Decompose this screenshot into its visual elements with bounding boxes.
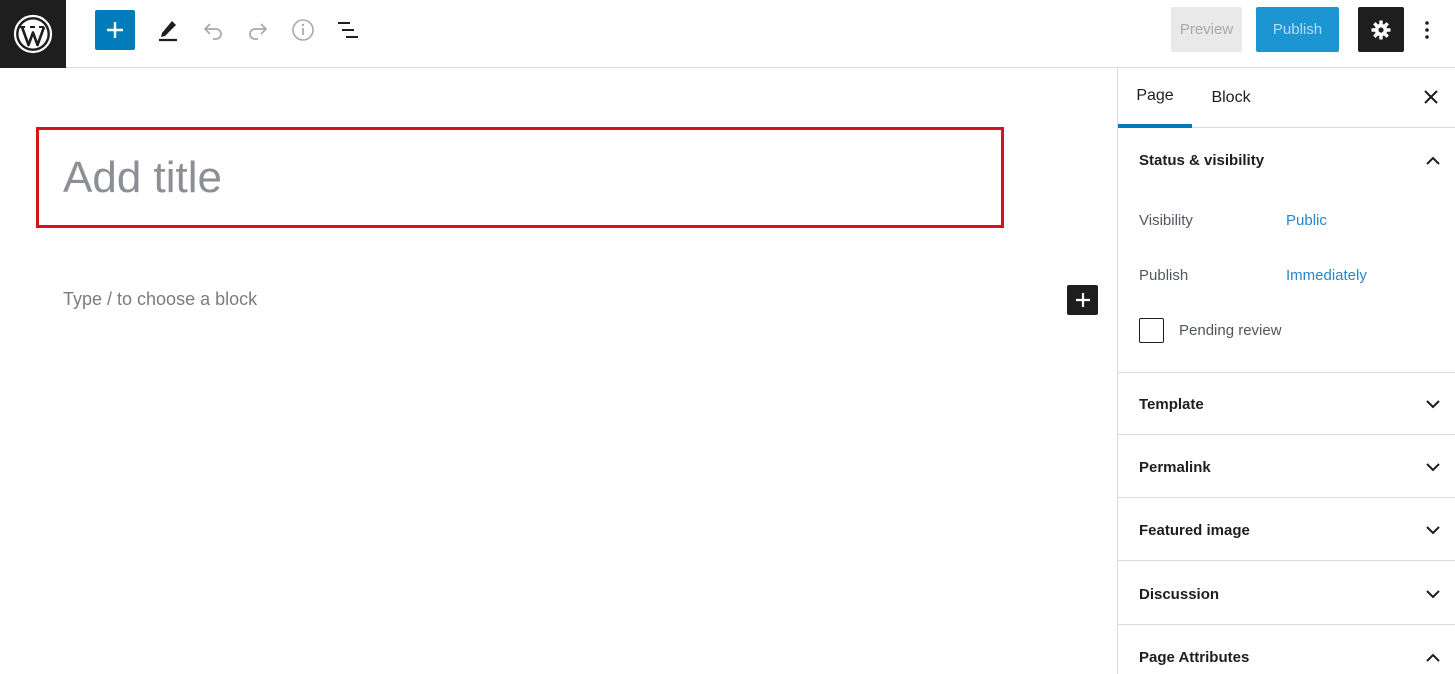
panel-title: Page Attributes (1139, 648, 1250, 666)
panel-title: Status & visibility (1139, 151, 1265, 169)
panel-title: Permalink (1139, 458, 1211, 476)
block-inserter-button[interactable] (1067, 285, 1098, 315)
chevron-down-icon (1426, 462, 1440, 471)
template-panel-header[interactable]: Template (1118, 373, 1455, 435)
status-visibility-header[interactable]: Status & visibility (1118, 129, 1455, 191)
redo-button[interactable] (238, 10, 278, 50)
wordpress-logo-button[interactable] (0, 0, 66, 68)
pending-review-label: Pending review (1179, 322, 1282, 339)
permalink-panel-header[interactable]: Permalink (1118, 436, 1455, 498)
title-highlight-box (36, 127, 1004, 228)
plus-icon (1075, 293, 1090, 307)
panel-toggle[interactable] (1422, 456, 1444, 478)
publish-button[interactable]: Publish (1256, 7, 1339, 52)
info-icon (292, 19, 314, 41)
panel-toggle[interactable] (1422, 646, 1444, 668)
close-icon (1424, 90, 1438, 104)
panel-title: Template (1139, 395, 1204, 413)
visibility-label: Visibility (1139, 212, 1193, 229)
featured-image-panel-header[interactable]: Featured image (1118, 499, 1455, 561)
settings-button[interactable] (1358, 7, 1404, 52)
panel-title: Featured image (1139, 521, 1250, 539)
settings-sidebar: Page Block Status & visibility Visibilit… (1117, 68, 1455, 674)
undo-button[interactable] (193, 10, 233, 50)
panel-toggle[interactable] (1422, 149, 1444, 171)
panel-toggle[interactable] (1422, 583, 1444, 605)
panel-toggle[interactable] (1422, 519, 1444, 541)
list-view-icon (338, 22, 358, 38)
chevron-down-icon (1426, 399, 1440, 408)
chevron-down-icon (1426, 589, 1440, 598)
add-block-button[interactable] (95, 10, 135, 50)
pending-review-checkbox[interactable] (1139, 318, 1164, 343)
editor-toolbar: Preview Publish (0, 0, 1455, 68)
publish-label: Publish (1139, 267, 1189, 284)
gear-icon (1371, 20, 1391, 39)
title-input[interactable] (63, 150, 963, 206)
sidebar-tabs: Page Block (1118, 68, 1455, 128)
list-view-button[interactable] (328, 10, 368, 50)
tab-page[interactable]: Page (1118, 68, 1192, 128)
panel-title: Discussion (1139, 585, 1220, 603)
plus-icon (107, 22, 123, 38)
tools-button[interactable] (148, 10, 188, 50)
block-placeholder[interactable]: Type / to choose a block (63, 289, 257, 310)
pencil-icon (159, 21, 177, 42)
page-attributes-panel-header[interactable]: Page Attributes (1118, 626, 1455, 674)
options-button[interactable] (1412, 10, 1442, 50)
details-button[interactable] (283, 10, 323, 50)
chevron-up-icon (1426, 653, 1440, 662)
undo-icon (203, 23, 222, 40)
preview-button[interactable]: Preview (1171, 7, 1242, 52)
panel-toggle[interactable] (1422, 393, 1444, 415)
wordpress-logo-icon (13, 14, 53, 54)
tab-block[interactable]: Block (1198, 68, 1264, 128)
chevron-up-icon (1426, 156, 1440, 165)
discussion-panel-header[interactable]: Discussion (1118, 563, 1455, 625)
chevron-down-icon (1426, 525, 1440, 534)
more-vertical-icon (1425, 21, 1429, 39)
visibility-value-link[interactable]: Public (1286, 212, 1327, 229)
publish-date-link[interactable]: Immediately (1286, 267, 1367, 284)
close-sidebar-button[interactable] (1416, 82, 1446, 112)
redo-icon (249, 23, 268, 40)
